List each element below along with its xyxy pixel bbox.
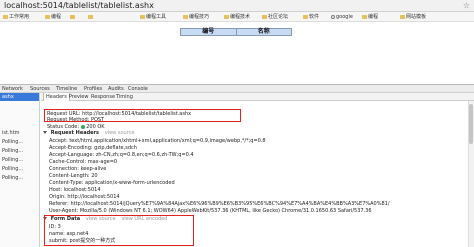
- folder-icon: [45, 14, 50, 19]
- bookmark-item[interactable]: 编程: [45, 12, 61, 22]
- list-item[interactable]: Polling...: [0, 174, 39, 182]
- header-row: User-Agent: Mozilla/5.0 (Windows NT 6.1;…: [49, 208, 372, 214]
- bookmark-item[interactable]: 软件: [303, 12, 319, 22]
- bookmark-item[interactable]: 工作常用: [3, 12, 29, 22]
- tab-headers[interactable]: Headers: [43, 93, 70, 101]
- list-item[interactable]: Polling...: [0, 138, 39, 146]
- bookmark-item[interactable]: 编程工具: [140, 12, 166, 22]
- bookmark-item[interactable]: google: [331, 12, 353, 22]
- devtools-toolbar: Network Sources Timeline Profiles Audits…: [0, 84, 474, 93]
- folder-icon: [3, 14, 8, 19]
- view-source-link[interactable]: view source: [105, 130, 135, 136]
- folder-icon: [303, 14, 308, 19]
- header-row: Content-Length: 20: [49, 173, 98, 179]
- detail-tabs: Headers Preview Response Timing: [41, 93, 474, 101]
- folder-icon: [140, 14, 145, 19]
- folder-icon: [400, 14, 405, 19]
- request-headers-title[interactable]: Request Headers view source: [43, 130, 134, 136]
- bookmark-item[interactable]: 编程技巧: [183, 12, 209, 22]
- highlight-box: [44, 215, 194, 246]
- data-table-header: 编号 名称: [180, 28, 292, 36]
- header-row: Referer: http://localhost:5014/jQuery%E7…: [49, 201, 390, 207]
- tab-response[interactable]: Response: [91, 93, 115, 101]
- tab-profiles[interactable]: Profiles: [84, 85, 102, 93]
- list-item[interactable]: [0, 120, 39, 128]
- url-text[interactable]: localhost:5014/tablelist/tablelist.ashx: [4, 0, 154, 12]
- headers-panel: Request URL: http://localhost:5014/table…: [41, 101, 474, 247]
- tab-timing[interactable]: Timing: [116, 93, 133, 101]
- folder-icon: [70, 14, 75, 19]
- bookmark-item[interactable]: 编程技术: [224, 12, 250, 22]
- globe-icon: [331, 14, 335, 19]
- list-item[interactable]: [0, 102, 39, 110]
- bookmark-item[interactable]: 编程: [362, 12, 378, 22]
- list-item[interactable]: ist.htm: [0, 129, 39, 137]
- address-bar[interactable]: localhost:5014/tablelist/tablelist.ashx …: [0, 0, 474, 12]
- bookmark-item[interactable]: 网站模板: [400, 12, 426, 22]
- bookmark-item[interactable]: [70, 12, 76, 22]
- bookmark-star-icon[interactable]: ☆: [463, 1, 470, 10]
- tab-network[interactable]: Network: [2, 85, 23, 93]
- folder-icon: [183, 14, 188, 19]
- triangle-down-icon: [43, 130, 47, 134]
- header-row: Cache-Control: max-age=0: [49, 159, 118, 165]
- folder-icon: [224, 14, 229, 19]
- tab-timeline[interactable]: Timeline: [56, 85, 77, 93]
- page-content: 编号 名称: [0, 23, 474, 85]
- header-row: Content-Type: application/x-www-form-url…: [49, 180, 175, 186]
- bookmarks-bar: 工作常用 编程 编程工具 编程技巧 编程技术 社区论坛 软件 google 编程…: [0, 12, 474, 22]
- tab-preview[interactable]: Preview: [69, 93, 88, 101]
- table-header-name: 名称: [257, 28, 270, 35]
- request-list: ashx ist.htm Polling... Polling... Polli…: [0, 93, 40, 247]
- folder-icon: [362, 14, 367, 19]
- header-row: Host: localhost:5014: [49, 187, 101, 193]
- header-row: Accept-Language: zh-CN,zh;q=0.8,en;q=0.6…: [49, 152, 194, 158]
- list-item[interactable]: Polling...: [0, 165, 39, 173]
- tab-console[interactable]: Console: [128, 85, 148, 93]
- bookmark-item[interactable]: 社区论坛: [262, 12, 288, 22]
- folder-icon: [262, 14, 267, 19]
- highlight-box: [44, 109, 241, 122]
- scrollbar-thumb[interactable]: [469, 104, 473, 144]
- list-item[interactable]: Polling...: [0, 156, 39, 164]
- bookmark-item[interactable]: [88, 12, 94, 22]
- header-row: Accept: text/html,application/xhtml+xml,…: [49, 138, 266, 144]
- status-dot-icon: [80, 124, 85, 129]
- header-row: Accept-Encoding: gzip,deflate,sdch: [49, 145, 137, 151]
- list-item[interactable]: ashx: [0, 93, 39, 101]
- header-row: Origin: http://localhost:5014: [49, 194, 120, 200]
- folder-icon: [88, 14, 93, 19]
- list-item[interactable]: [0, 111, 39, 119]
- table-header-id: 编号: [181, 29, 237, 35]
- list-item[interactable]: Polling...: [0, 147, 39, 155]
- header-row: Connection: keep-alive: [49, 166, 107, 172]
- tab-audits[interactable]: Audits: [108, 85, 124, 93]
- tab-sources[interactable]: Sources: [30, 85, 50, 93]
